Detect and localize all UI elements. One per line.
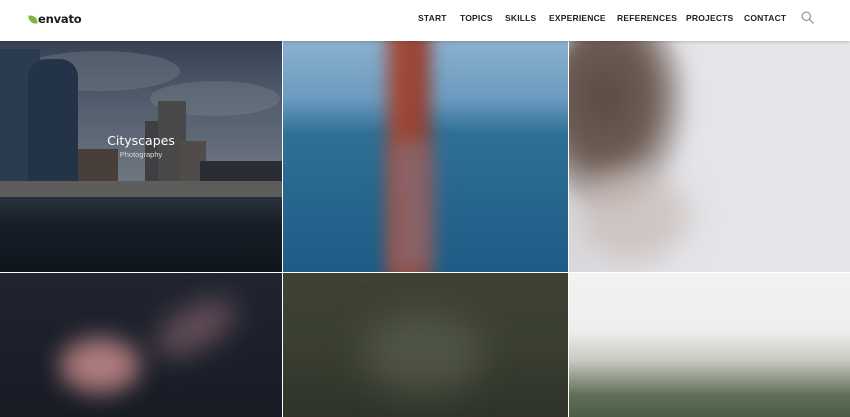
portfolio-tile-5[interactable]	[283, 273, 568, 417]
nav-item-topics[interactable]: TOPICS	[460, 13, 493, 23]
nav-item-contact[interactable]: CONTACT	[744, 13, 786, 23]
portfolio-tile-6[interactable]	[569, 273, 850, 417]
tile-image-blur	[60, 338, 140, 393]
tile-image-blur	[579, 171, 689, 261]
tile-image-blur	[393, 141, 433, 271]
nav-item-experience[interactable]: EXPERIENCE	[549, 13, 606, 23]
nav-item-projects[interactable]: PROJECTS	[686, 13, 733, 23]
site-header: envato START TOPICS SKILLS EXPERIENCE RE…	[0, 0, 850, 41]
nav-item-skills[interactable]: SKILLS	[505, 13, 536, 23]
search-icon[interactable]	[801, 11, 814, 24]
portfolio-tile-2[interactable]	[283, 41, 568, 272]
nav-item-start[interactable]: START	[418, 13, 447, 23]
brand-logo[interactable]: envato	[28, 11, 82, 27]
tile-subtitle: Photography	[119, 150, 163, 159]
tile-image-blur	[146, 288, 244, 368]
portfolio-tile-3[interactable]	[569, 41, 850, 272]
tile-title: Cityscapes	[107, 133, 175, 148]
portfolio-tile-4[interactable]	[0, 273, 282, 417]
nav-item-references[interactable]: REFERENCES	[617, 13, 677, 23]
tile-image-blur	[363, 313, 483, 393]
portfolio-tile-cityscapes[interactable]: Cityscapes Photography	[0, 41, 282, 272]
portfolio-grid: Cityscapes Photography	[0, 41, 850, 417]
brand-name: envato	[38, 12, 82, 26]
leaf-icon	[28, 13, 38, 25]
tile-caption: Cityscapes Photography	[0, 133, 282, 159]
